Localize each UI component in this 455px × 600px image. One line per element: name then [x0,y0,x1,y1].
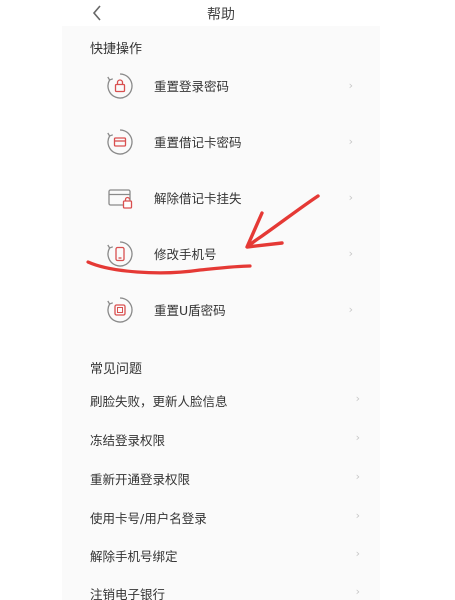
chevron-right-icon: › [355,392,360,405]
quick-item-cancel-card-loss-report[interactable]: 解除借记卡挂失 › [62,170,380,226]
usb-key-icon [107,297,133,323]
faq-item-label: 刷脸失败，更新人脸信息 [90,394,228,409]
quick-item-reset-debit-card-password[interactable]: 重置借记卡密码 › [62,114,380,170]
faq-item-label: 重新开通登录权限 [90,472,191,487]
faq-item[interactable]: 注销电子银行 › [62,573,380,600]
phone-icon [107,241,133,267]
faq-item-label: 冻结登录权限 [90,433,166,448]
quick-item-label: 重置登录密码 [154,79,230,94]
quick-item-label: 解除借记卡挂失 [154,191,242,206]
quick-item-label: 修改手机号 [154,247,217,262]
quick-item-label: 重置U盾密码 [154,303,226,318]
quick-item-reset-ukey-password[interactable]: 重置U盾密码 › [62,282,380,338]
card-unlock-icon [108,189,133,209]
chevron-right-icon: › [348,135,353,148]
chevron-right-icon: › [355,585,360,598]
lock-icon [107,73,133,99]
faq-item-label: 解除手机号绑定 [90,549,178,564]
faq-item-label: 使用卡号/用户名登录 [90,511,207,526]
chevron-right-icon: › [348,79,353,92]
chevron-right-icon: › [355,431,360,444]
faq-item[interactable]: 解除手机号绑定 › [62,535,380,573]
chevron-right-icon: › [348,191,353,204]
faq-title: 常见问题 [90,362,143,377]
chevron-right-icon: › [348,247,353,260]
quick-actions-title: 快捷操作 [90,42,143,57]
chevron-right-icon: › [355,470,360,483]
card-icon [107,129,133,155]
faq-item[interactable]: 重新开通登录权限 › [62,458,380,496]
help-page: 帮助 快捷操作 重置登录密码 › 重置借记卡密码 › 解除借记卡挂失 › 修改手… [62,0,380,600]
quick-item-reset-login-password[interactable]: 重置登录密码 › [62,58,380,114]
chevron-right-icon: › [355,509,360,522]
page-title: 帮助 [207,7,235,23]
faq-item[interactable]: 刷脸失败，更新人脸信息 › [62,380,380,418]
nav-header: 帮助 [62,0,380,26]
chevron-right-icon: › [348,303,353,316]
faq-item[interactable]: 使用卡号/用户名登录 › [62,497,380,535]
faq-item-label: 注销电子银行 [90,587,166,600]
chevron-right-icon: › [355,547,360,560]
quick-item-label: 重置借记卡密码 [154,135,242,150]
faq-item[interactable]: 冻结登录权限 › [62,419,380,457]
quick-item-change-phone-number[interactable]: 修改手机号 › [62,226,380,282]
